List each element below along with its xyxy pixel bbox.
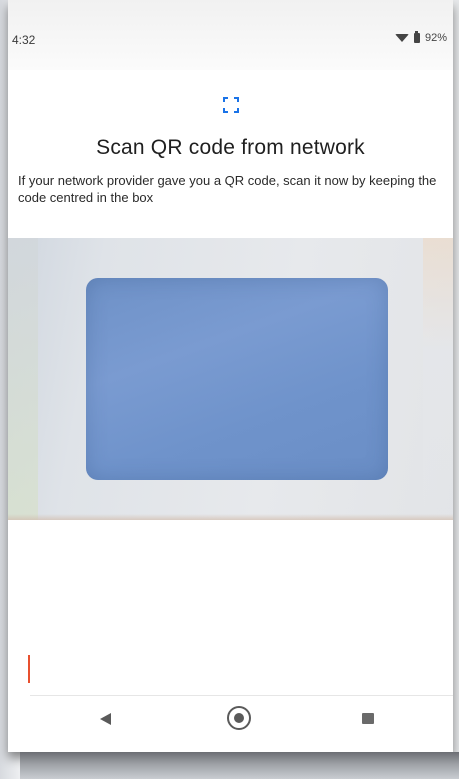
- home-circle-icon[interactable]: [227, 706, 251, 730]
- page-title: Scan QR code from network: [96, 136, 365, 159]
- recents-square-icon[interactable]: [362, 713, 374, 724]
- qr-viewfinder-box: [86, 278, 388, 480]
- wifi-icon: [394, 34, 409, 42]
- camera-preview: [8, 238, 453, 520]
- battery-percent: 92%: [424, 32, 447, 44]
- camera-bottom-edge: [8, 514, 453, 520]
- camera-edge-right: [423, 238, 453, 520]
- camera-edge-left: [8, 238, 38, 520]
- back-triangle-icon[interactable]: [100, 713, 111, 725]
- instruction-text: If your network provider gave you a QR c…: [18, 173, 437, 205]
- navigation-bar: [30, 695, 453, 752]
- battery-icon: [413, 31, 420, 43]
- screenshot-frame: 4:32 92% Scan QR code from network If yo…: [0, 0, 459, 779]
- status-bar: 4:32 92%: [8, 0, 453, 70]
- phone-screen: 4:32 92% Scan QR code from network If yo…: [8, 0, 453, 752]
- status-indicators: 92%: [394, 31, 447, 44]
- qr-scan-icon: [223, 97, 239, 113]
- edge-marker: [28, 655, 30, 683]
- bottom-shadow: [20, 752, 459, 779]
- status-time: 4:32: [12, 33, 36, 47]
